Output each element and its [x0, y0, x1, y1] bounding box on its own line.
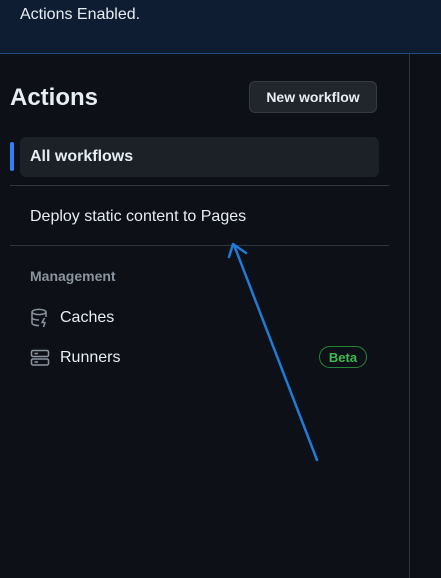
divider — [10, 185, 389, 186]
sidebar-item-runners[interactable]: Runners Beta — [20, 341, 380, 375]
sidebar-item-label: Runners — [60, 349, 121, 366]
beta-badge: Beta — [319, 346, 367, 368]
active-indicator — [10, 142, 14, 171]
banner-text: Actions Enabled. — [20, 6, 141, 23]
content-divider — [409, 54, 410, 578]
page-title: Actions — [10, 84, 99, 111]
sidebar-item-deploy-static-content[interactable]: Deploy static content to Pages — [20, 199, 380, 235]
divider — [10, 245, 389, 246]
sidebar-item-label: Caches — [60, 309, 115, 326]
server-icon — [30, 349, 50, 366]
actions-page: Actions Enabled. Actions New workflow Al… — [0, 0, 441, 578]
sidebar-item-label: All workflows — [30, 148, 134, 165]
status-banner: Actions Enabled. — [0, 0, 441, 54]
new-workflow-button[interactable]: New workflow — [249, 81, 377, 113]
management-heading: Management — [30, 268, 116, 284]
database-icon — [31, 308, 47, 328]
sidebar-item-label: Deploy static content to Pages — [30, 208, 247, 225]
sidebar-item-caches[interactable]: Caches — [20, 301, 380, 335]
sidebar-item-all-workflows[interactable]: All workflows — [20, 137, 379, 177]
